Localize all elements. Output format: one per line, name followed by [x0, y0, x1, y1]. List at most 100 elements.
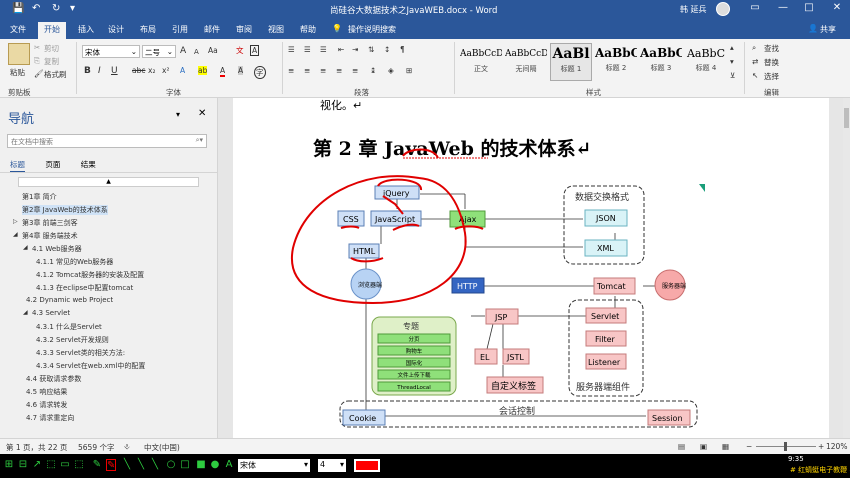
format-painter-button[interactable]: 格式刷 — [44, 69, 67, 80]
scissors-icon[interactable]: ✂ — [34, 43, 40, 52]
zoom-out-button[interactable]: − — [746, 442, 752, 451]
justify-icon[interactable]: ≡ — [336, 66, 342, 75]
increase-indent-icon[interactable]: ⇥ — [352, 45, 358, 54]
show-marks-icon[interactable]: ¶ — [400, 45, 405, 54]
tab-results[interactable]: 结果 — [81, 160, 96, 169]
nav-item[interactable]: 第4章 服务端技术 — [22, 231, 78, 241]
draw-tool-icon[interactable]: ● — [210, 459, 220, 471]
draw-tool-icon[interactable]: ╲ — [136, 459, 146, 471]
align-right-icon[interactable]: ≡ — [320, 66, 326, 75]
document-page[interactable]: 视化。↵ 第 2 章 JavaWeb 的技术体系↵ 数据交换格式 服务器端组件 … — [233, 98, 829, 438]
collapse-all-button[interactable]: ▲ — [18, 177, 199, 187]
text-effects-button[interactable]: A — [180, 66, 185, 75]
grow-font-button[interactable]: A — [180, 46, 186, 56]
expand-toggle-icon[interactable]: ◢ — [13, 231, 18, 238]
tab-design[interactable]: 设计 — [108, 24, 124, 35]
tab-view[interactable]: 视图 — [268, 24, 284, 35]
nav-item[interactable]: 第3章 前端三剑客 — [22, 218, 78, 228]
nav-item[interactable]: 4.1.3 在eclipse中配置tomcat — [36, 283, 133, 293]
italic-button[interactable]: I — [98, 66, 101, 76]
redo-icon[interactable]: ↻ — [52, 3, 60, 14]
nav-item[interactable]: 4.7 请求重定向 — [26, 413, 74, 423]
save-icon[interactable]: 💾 — [12, 3, 24, 14]
style-normal[interactable]: AaBbCcDc 正文 — [460, 43, 502, 81]
minimize-button[interactable]: — — [772, 2, 794, 18]
nav-item[interactable]: 4.3.1 什么是Servlet — [36, 322, 102, 332]
nav-item[interactable]: 4.3.4 Servlet在web.xml中的配置 — [36, 361, 145, 371]
superscript-button[interactable]: x² — [162, 66, 169, 75]
ruby-button[interactable]: 文 — [236, 45, 244, 56]
font-size-select[interactable]: 二号 ⌄ — [142, 45, 176, 58]
styles-more-icon[interactable]: ⊻ — [730, 71, 736, 80]
enclose-char-button[interactable]: 字 — [254, 66, 266, 79]
style-no-spacing[interactable]: AaBbCcDc 无间隔 — [505, 43, 547, 81]
draw-tool-icon[interactable]: ⬚ — [46, 459, 56, 471]
select-icon[interactable]: ↖ — [752, 71, 758, 80]
clear-formatting-button[interactable]: Aa — [208, 46, 218, 55]
font-color-button[interactable]: A — [220, 66, 226, 77]
word-count[interactable]: 5659 个字 — [78, 442, 114, 453]
ribbon-display-options-icon[interactable]: ▭ — [744, 2, 766, 18]
share-button[interactable]: 共享 — [820, 24, 836, 35]
numbering-icon[interactable]: ☰ — [304, 45, 311, 54]
align-left-icon[interactable]: ≡ — [288, 66, 294, 75]
nav-item[interactable]: 第2章 JavaWeb的技术体系 — [22, 205, 108, 215]
subscript-button[interactable]: x₂ — [148, 66, 155, 75]
zoom-slider-thumb[interactable] — [784, 442, 787, 451]
user-name[interactable]: 韩 延兵 — [680, 4, 707, 15]
chinese-layout-icon[interactable]: ⇅ — [368, 45, 374, 54]
draw-tool-icon[interactable]: □ — [180, 459, 190, 471]
maximize-button[interactable]: □ — [798, 2, 820, 18]
zoom-in-button[interactable]: + — [818, 442, 824, 451]
align-center-icon[interactable]: ≡ — [304, 66, 310, 75]
find-button[interactable]: 查找 — [764, 43, 779, 54]
expand-toggle-icon[interactable]: ◢ — [23, 309, 28, 316]
underline-button[interactable]: U — [111, 66, 118, 76]
pen-color-swatch[interactable] — [354, 459, 380, 472]
web-layout-icon[interactable]: ▦ — [722, 442, 729, 451]
font-name-select[interactable]: 宋体 ⌄ — [82, 45, 140, 58]
expand-toggle-icon[interactable]: ▷ — [13, 218, 18, 225]
replace-button[interactable]: 替换 — [764, 57, 779, 68]
draw-tool-icon[interactable]: ■ — [196, 459, 206, 471]
undo-icon[interactable]: ↶ — [32, 3, 40, 14]
draw-tool-icon[interactable]: ⊟ — [18, 459, 28, 471]
bold-button[interactable]: B — [84, 66, 91, 76]
draw-tool-icon[interactable]: ╲ — [150, 459, 160, 471]
nav-item[interactable]: 第1章 简介 — [22, 192, 57, 202]
tab-mailings[interactable]: 邮件 — [204, 24, 220, 35]
tell-me-search[interactable]: 操作说明搜索 — [348, 24, 396, 35]
nav-item[interactable]: 4.1 Web服务器 — [32, 244, 82, 254]
tab-home[interactable]: 开始 — [38, 22, 66, 39]
style-heading-2[interactable]: AaBbC 标题 2 — [595, 43, 637, 81]
draw-tool-icon[interactable]: ○ — [166, 459, 176, 471]
char-border-button[interactable]: A — [250, 45, 260, 56]
sort-icon[interactable]: ↕ — [384, 45, 390, 54]
nav-item[interactable]: 4.5 响应结果 — [26, 387, 67, 397]
copy-button[interactable]: 复制 — [44, 56, 59, 67]
paste-button[interactable]: 粘贴 — [10, 67, 25, 78]
vertical-scrollbar[interactable] — [843, 98, 850, 438]
tab-layout[interactable]: 布局 — [140, 24, 156, 35]
cut-button[interactable]: 剪切 — [44, 43, 59, 54]
nav-item[interactable]: 4.1.2 Tomcat服务器的安装及配置 — [36, 270, 144, 280]
tab-insert[interactable]: 插入 — [78, 24, 94, 35]
draw-tool-icon[interactable]: ╲ — [122, 459, 132, 471]
bullets-icon[interactable]: ☰ — [288, 45, 295, 54]
clipboard-icon[interactable] — [8, 43, 30, 65]
expand-toggle-icon[interactable]: ◢ — [23, 244, 28, 251]
nav-search-input[interactable]: 在文档中搜索 ⌕▾ — [7, 134, 207, 148]
page-count[interactable]: 第 1 页，共 22 页 — [6, 442, 67, 453]
strikethrough-button[interactable]: abc — [132, 66, 145, 75]
customize-quick-access-icon[interactable]: ▾ — [70, 3, 75, 14]
close-button[interactable]: ✕ — [826, 2, 848, 18]
language[interactable]: 中文(中国) — [144, 442, 180, 453]
draw-tool-icon[interactable]: ▭ — [60, 459, 70, 471]
print-layout-icon[interactable]: ▣ — [700, 442, 707, 451]
nav-item[interactable]: 4.3 Servlet — [32, 309, 70, 317]
nav-options-icon[interactable]: ▾ — [176, 110, 180, 119]
style-heading-4[interactable]: AaBbC 标题 4 — [685, 43, 727, 81]
nav-item[interactable]: 4.3.3 Servlet类的相关方法: — [36, 348, 125, 358]
multilevel-list-icon[interactable]: ☰ — [320, 45, 327, 54]
draw-tool-icon[interactable]: ↗ — [32, 459, 42, 471]
